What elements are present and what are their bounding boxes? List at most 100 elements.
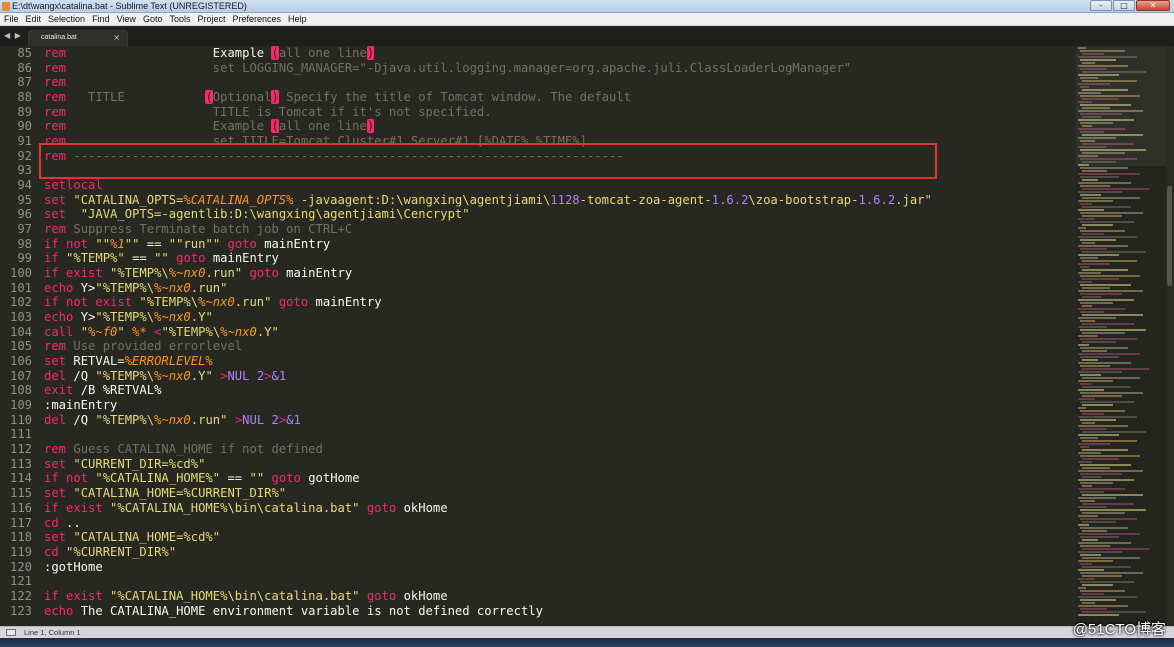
keyword-token: rem (44, 119, 67, 134)
string-token: "" (124, 236, 140, 251)
code-line[interactable]: set "CATALINA_OPTS=%CATALINA_OPTS% -java… (44, 193, 1076, 208)
code-line[interactable]: echo Y>"%TEMP%\%~nx0.Y" (44, 310, 1076, 325)
string-token: "" (154, 251, 169, 266)
text-token: /Q (66, 412, 96, 427)
string-token: .jar" (895, 192, 932, 207)
close-window-button[interactable]: ✕ (1136, 0, 1170, 11)
code-line[interactable]: if not "%CATALINA_HOME%" == "" goto gotH… (44, 471, 1076, 486)
code-line[interactable]: rem (44, 75, 1076, 90)
code-line[interactable]: set "JAVA_OPTS=-agentlib:D:\wangxing\age… (44, 207, 1076, 222)
code-line[interactable]: del /Q "%TEMP%\%~nx0.Y" >NUL 2>&1 (44, 369, 1076, 384)
maximize-button[interactable]: □ (1113, 0, 1135, 11)
code-line[interactable]: del /Q "%TEMP%\%~nx0.run" >NUL 2>&1 (44, 413, 1076, 428)
minimap-viewport[interactable] (1076, 46, 1166, 166)
code-area[interactable]: rem Example (all one line) rem set LOGGIN… (44, 46, 1076, 626)
line-number: 98 (17, 236, 32, 251)
code-line[interactable]: rem TITLE (Optional) Specify the title o… (44, 90, 1076, 105)
keyword-token: set (44, 354, 67, 369)
tab-catalina-bat[interactable]: catalina.bat × (28, 30, 128, 46)
minimap-line (1082, 403, 1113, 406)
line-number: 109 (9, 398, 32, 413)
line-number: 113 (9, 456, 32, 471)
code-line[interactable]: if not ""%1"" == ""run"" goto mainEntry (44, 237, 1076, 252)
code-line[interactable]: set "CURRENT_DIR=%cd%" (44, 457, 1076, 472)
keyword-token: rem (44, 90, 67, 105)
line-number: 104 (9, 324, 32, 339)
code-line[interactable]: set RETVAL=%ERRORLEVEL% (44, 354, 1076, 369)
string-token: "%TEMP%\ (95, 310, 155, 325)
string-token: "%CATALINA_HOME%\bin\catalina.bat" (110, 588, 360, 603)
minimap[interactable] (1076, 46, 1166, 626)
variable-token: %ERRORLEVEL% (124, 354, 213, 369)
code-line[interactable]: rem Example (all one line) (44, 119, 1076, 134)
code-line[interactable]: if exist "%TEMP%\%~nx0.run" goto mainEnt… (44, 266, 1076, 281)
keyword-token: echo (44, 310, 74, 325)
menu-selection[interactable]: Selection (48, 13, 90, 25)
code-line[interactable]: if "%TEMP%" == "" goto mainEntry (44, 251, 1076, 266)
keyword-token: set (44, 486, 67, 501)
string-token: "%CATALINA_HOME%\bin\catalina.bat" (110, 500, 360, 515)
menu-goto[interactable]: Goto (143, 13, 168, 25)
menu-bar: File Edit Selection Find View Goto Tools… (0, 13, 1174, 26)
vertical-scrollbar[interactable] (1166, 46, 1174, 626)
line-number: 102 (9, 295, 32, 310)
code-line[interactable]: set "CATALINA_HOME=%CURRENT_DIR%" (44, 486, 1076, 501)
menu-file[interactable]: File (4, 13, 24, 25)
code-line[interactable]: if exist "%CATALINA_HOME%\bin\catalina.b… (44, 589, 1076, 604)
string-token: .Y" (190, 368, 213, 383)
menu-preferences[interactable]: Preferences (232, 13, 286, 25)
string-token: "%TEMP%\ (95, 280, 155, 295)
code-line[interactable]: if not exist "%TEMP%\%~nx0.run" goto mai… (44, 295, 1076, 310)
code-line[interactable]: set "CATALINA_HOME=%cd%" (44, 530, 1076, 545)
tab-label: catalina.bat (41, 34, 77, 41)
code-line[interactable]: echo The CATALINA_HOME environment varia… (44, 604, 1076, 619)
string-token: "JAVA_OPTS=-agentlib:D:\wangxing\agentji… (80, 207, 470, 222)
scrollbar-thumb[interactable] (1167, 186, 1172, 286)
line-number: 87 (17, 75, 32, 90)
code-line[interactable]: rem Use provided errorlevel (44, 339, 1076, 354)
line-number: 99 (17, 251, 32, 266)
string-token: "%CATALINA_HOME%" (95, 471, 221, 486)
keyword-token: goto (249, 266, 279, 281)
comment-token: TITLE is Tomcat if it's not specified. (66, 104, 492, 119)
variable-token: %1 (110, 236, 125, 251)
tab-nav-arrows-icon[interactable]: ◀ ▶ (4, 31, 22, 40)
menu-view[interactable]: View (117, 13, 141, 25)
bracket-token: ) (366, 119, 375, 134)
code-line[interactable]: rem set LOGGING_MANAGER="-Djava.util.log… (44, 61, 1076, 76)
code-line[interactable]: rem TITLE is Tomcat if it's not specifie… (44, 105, 1076, 120)
minimize-button[interactable]: – (1090, 0, 1112, 11)
comment-token: Guess CATALINA_HOME if not defined (66, 442, 323, 457)
code-line[interactable]: cd "%CURRENT_DIR%" (44, 545, 1076, 560)
line-number: 100 (9, 266, 32, 281)
code-line[interactable]: rem Guess CATALINA_HOME if not defined (44, 442, 1076, 457)
text-token: :gotHome (44, 559, 103, 574)
tab-close-icon[interactable]: × (113, 33, 120, 42)
code-line[interactable] (44, 427, 1076, 442)
code-line[interactable]: echo Y>"%TEMP%\%~nx0.run" (44, 281, 1076, 296)
code-line[interactable]: rem Suppress Terminate batch job on CTRL… (44, 222, 1076, 237)
code-line[interactable]: call "%~f0" %* <"%TEMP%\%~nx0.Y" (44, 325, 1076, 340)
code-line[interactable] (44, 574, 1076, 589)
menu-help[interactable]: Help (288, 13, 312, 25)
console-icon[interactable] (6, 629, 16, 636)
code-line[interactable]: rem Example (all one line) (44, 46, 1076, 61)
bracket-token: ( (205, 90, 213, 105)
menu-tools[interactable]: Tools (169, 13, 195, 25)
keyword-token: if (44, 251, 59, 266)
code-line[interactable]: setlocal (44, 178, 1076, 193)
code-line[interactable]: cd .. (44, 516, 1076, 531)
line-number: 120 (9, 559, 32, 574)
string-token: "%TEMP%\ (110, 266, 169, 281)
menu-edit[interactable]: Edit (26, 13, 47, 25)
menu-find[interactable]: Find (92, 13, 115, 25)
menu-project[interactable]: Project (197, 13, 230, 25)
code-line[interactable]: :mainEntry (44, 398, 1076, 413)
code-editor[interactable]: 85 86 87 88 89 90 91 92 93 94 95 96 97 98 99 100 101 102 1… (0, 46, 1076, 626)
code-line[interactable]: if exist "%CATALINA_HOME%\bin\catalina.b… (44, 501, 1076, 516)
code-line[interactable]: :gotHome (44, 560, 1076, 575)
variable-token: %* (132, 324, 147, 339)
code-line[interactable]: exit /B %RETVAL% (44, 383, 1076, 398)
